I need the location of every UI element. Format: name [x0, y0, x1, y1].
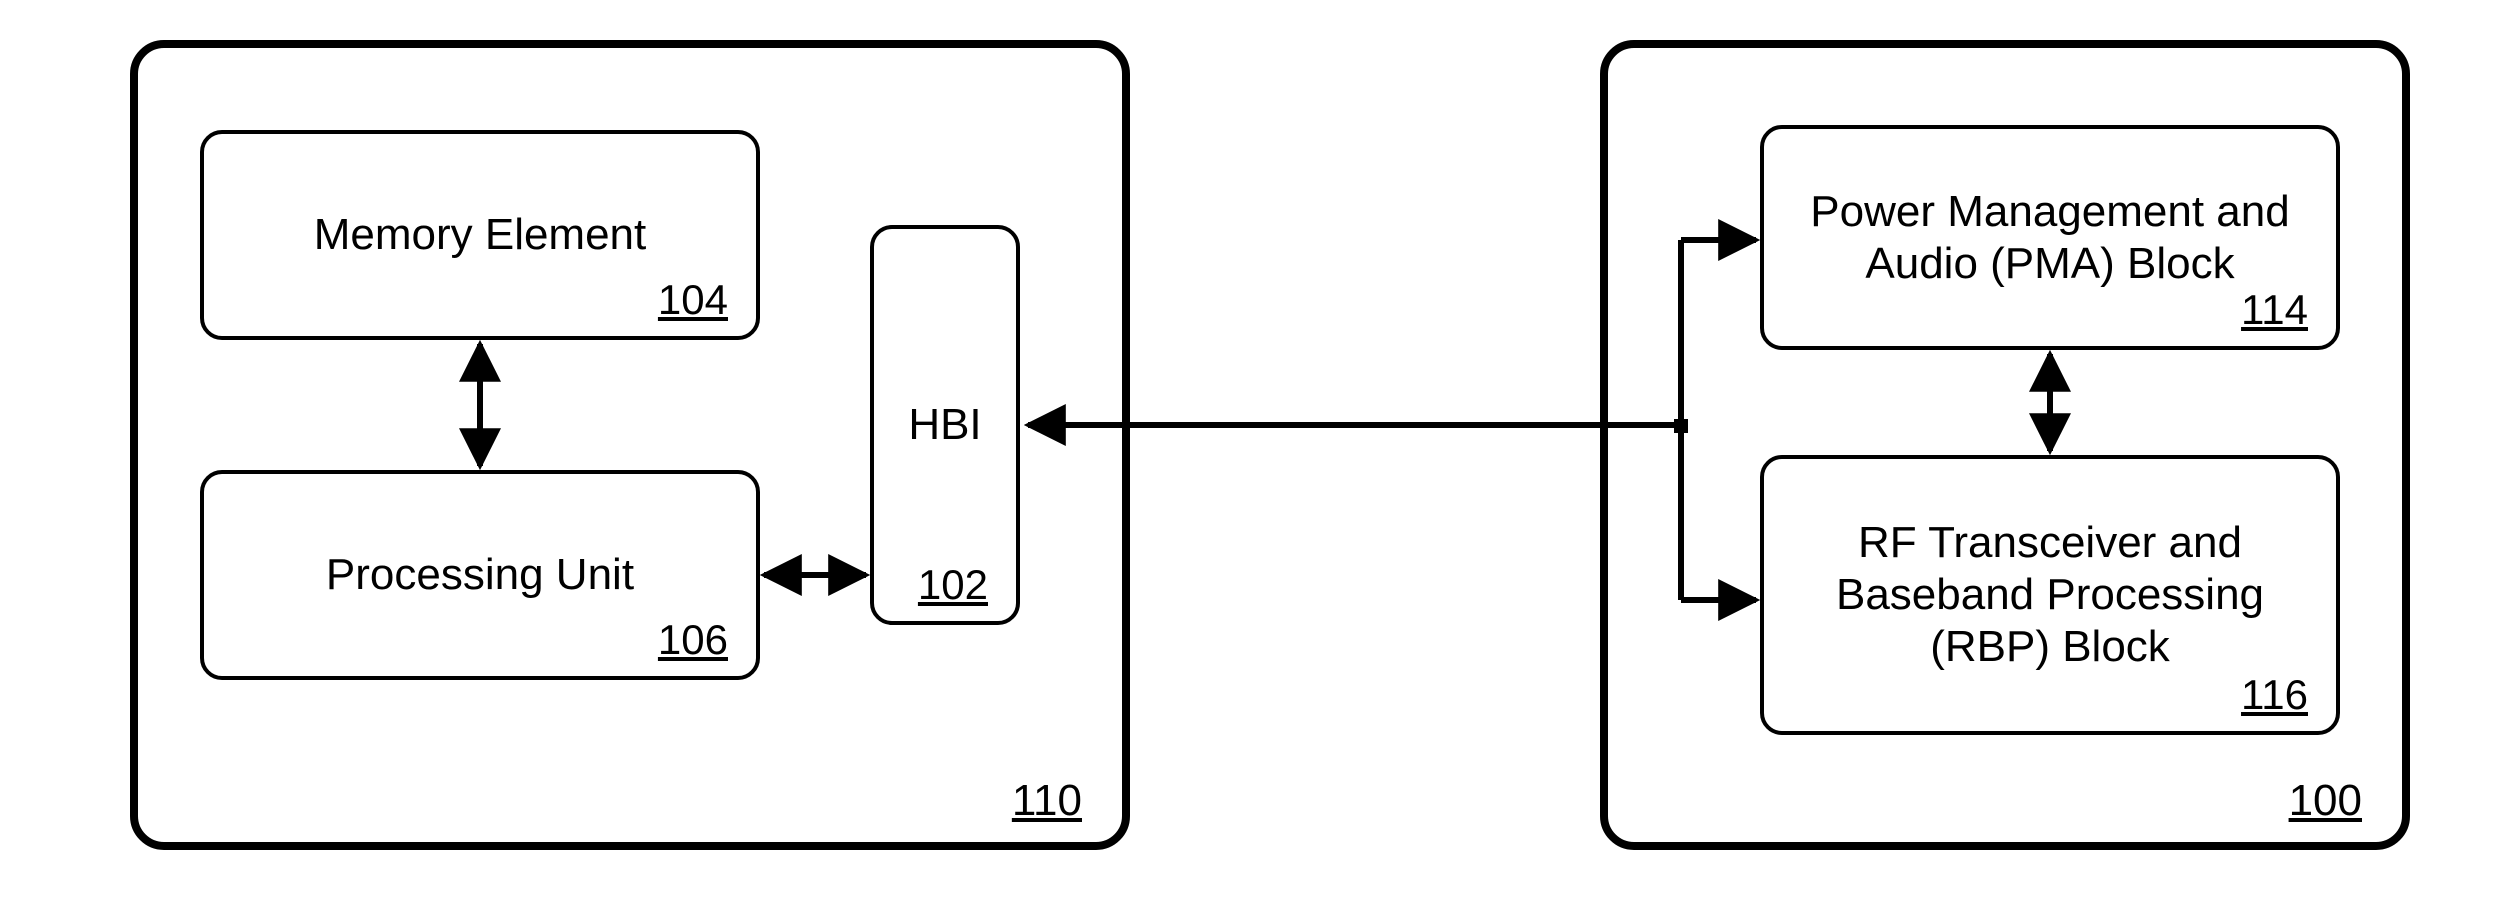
diagram-canvas: 110 Memory Element 104 Processing Unit 1…: [0, 0, 2496, 905]
ref-116: 116: [2241, 671, 2308, 719]
label-pma: Power Management andAudio (PMA) Block: [1780, 186, 2319, 290]
ref-104: 104: [658, 276, 728, 324]
box-pma: Power Management andAudio (PMA) Block 11…: [1760, 125, 2340, 350]
box-hbi: HBI 102: [870, 225, 1020, 625]
box-rbp: RF Transceiver andBaseband Processing(RB…: [1760, 455, 2340, 735]
label-memory-element: Memory Element: [284, 209, 677, 261]
ref-106: 106: [658, 616, 728, 664]
label-hbi: HBI: [878, 399, 1011, 451]
box-memory-element: Memory Element 104: [200, 130, 760, 340]
ref-100: 100: [2289, 776, 2362, 826]
label-rbp: RF Transceiver andBaseband Processing(RB…: [1806, 517, 2294, 673]
ref-114: 114: [2241, 286, 2308, 334]
label-processing-unit: Processing Unit: [296, 549, 664, 601]
ref-110: 110: [1012, 776, 1082, 826]
box-processing-unit: Processing Unit 106: [200, 470, 760, 680]
ref-102: 102: [918, 561, 988, 609]
